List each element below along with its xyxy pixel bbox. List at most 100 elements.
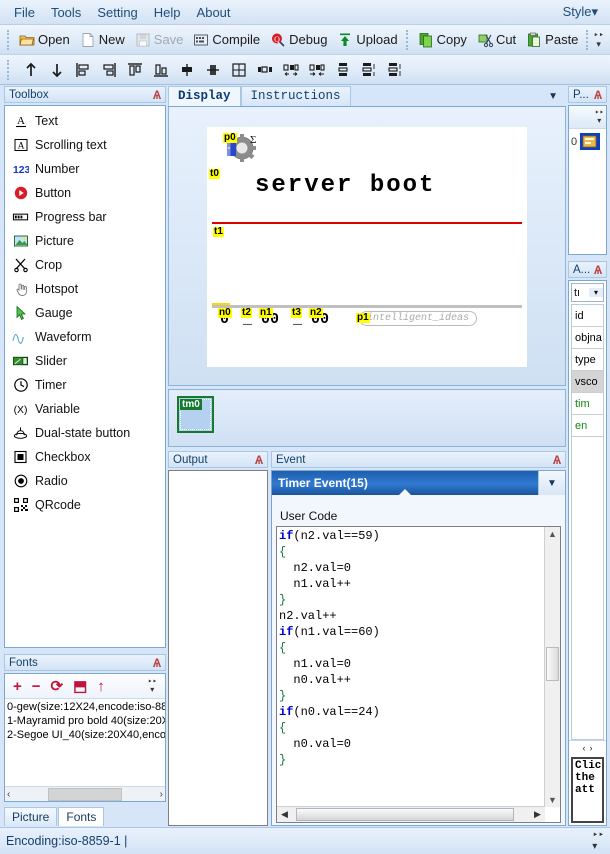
toolbox-item-waveform[interactable]: Waveform <box>5 325 165 349</box>
open-button[interactable]: Open <box>14 30 75 50</box>
attribute-rows[interactable]: id objna type vsco tim en <box>571 304 604 740</box>
align-left-icon[interactable] <box>70 58 96 82</box>
scroll-track[interactable] <box>546 541 559 793</box>
scroll-left-icon[interactable]: ‹ <box>7 789 10 800</box>
save-button[interactable]: Save <box>130 30 189 50</box>
paste-button[interactable]: Paste <box>521 30 583 50</box>
tab-instructions[interactable]: Instructions <box>240 86 351 106</box>
menu-item-tools[interactable]: Tools <box>43 3 89 22</box>
toolbox-item-slider[interactable]: Slider <box>5 349 165 373</box>
attribute-row-objname[interactable]: objna <box>572 327 603 349</box>
attribute-object-select[interactable]: tı ▾ <box>571 283 604 302</box>
debug-button[interactable]: Q Debug <box>265 30 332 50</box>
new-button[interactable]: New <box>75 30 130 50</box>
toolbox-item-crop[interactable]: Crop <box>5 253 165 277</box>
same-height-icon[interactable] <box>330 58 356 82</box>
toolbar-grip-2[interactable] <box>405 29 410 50</box>
align-center-horizontal-icon[interactable] <box>174 58 200 82</box>
toolbox-item-picture[interactable]: Picture <box>5 229 165 253</box>
event-dropdown-button[interactable]: ▼ <box>538 471 565 495</box>
device-screen-preview[interactable]: Σ p0 t0 server boot t1 0 n0 _ t2 00 n1 _… <box>207 127 527 367</box>
p1-picture-element[interactable]: intelligent_ideas <box>359 311 478 326</box>
t0-text-element[interactable]: server boot <box>255 172 435 199</box>
remove-font-button[interactable]: − <box>32 679 41 694</box>
toolbar-grip[interactable] <box>7 29 11 50</box>
scrollbar-thumb[interactable] <box>48 787 122 801</box>
spread-horizontal-icon[interactable] <box>278 58 304 82</box>
toolbar-overflow-button[interactable]: ‣‣ ▾ <box>593 30 610 49</box>
pin-icon[interactable]: Ѧ <box>255 453 263 467</box>
element-tag-n2[interactable]: n2 <box>309 308 323 318</box>
element-tag-p1[interactable]: p1 <box>356 313 370 323</box>
fonts-horizontal-scrollbar[interactable]: ‹ › <box>5 786 165 801</box>
toolbox-item-hotspot[interactable]: Hotspot <box>5 277 165 301</box>
user-code-editor[interactable]: if(n2.val==59) { n2.val=0 n1.val++} n2.val… <box>276 526 561 823</box>
attribute-row-en[interactable]: en <box>572 415 603 437</box>
shrink-vertical-icon[interactable] <box>382 58 408 82</box>
toolbox-item-number[interactable]: 123 Number <box>5 157 165 181</box>
pin-icon[interactable]: Ѧ <box>553 453 561 467</box>
non-visual-elements-strip[interactable]: tm0 <box>168 389 566 447</box>
refresh-fonts-button[interactable]: ⟳ <box>51 679 64 694</box>
pin-icon[interactable]: Ѧ <box>594 263 602 277</box>
fonts-list-item[interactable]: 1-Mayramid pro bold 40(size:20X4 <box>7 714 165 728</box>
menu-item-help[interactable]: Help <box>146 3 189 22</box>
align-move-up-icon[interactable] <box>18 58 44 82</box>
toolbox-item-progress-bar[interactable]: Progress bar <box>5 205 165 229</box>
code-vertical-scrollbar[interactable]: ▲ ▼ <box>544 527 560 807</box>
picture-toolbar-overflow-button[interactable]: ‣‣ ▾ <box>595 109 604 125</box>
same-width-icon[interactable] <box>252 58 278 82</box>
design-canvas-area[interactable]: Σ p0 t0 server boot t1 0 n0 _ t2 00 n1 _… <box>168 107 566 386</box>
compile-button[interactable]: Compile <box>188 30 265 50</box>
import-font-button[interactable]: ⬒ <box>73 679 87 694</box>
toolbox-item-dual-state-button[interactable]: Dual-state button <box>5 421 165 445</box>
picture-thumbnail[interactable] <box>580 133 601 150</box>
tm0-timer-element[interactable]: tm0 <box>177 396 214 433</box>
fonts-list-item[interactable]: 2-Segoe UI_40(size:20X40,enco <box>7 728 165 742</box>
menu-item-about[interactable]: About <box>189 3 239 22</box>
shrink-horizontal-icon[interactable] <box>304 58 330 82</box>
element-tag-t1[interactable]: t1 <box>213 227 224 237</box>
pin-icon[interactable]: Ѧ <box>153 656 161 670</box>
upload-button[interactable]: Upload <box>332 30 402 50</box>
toolbox-item-variable[interactable]: (X) Variable <box>5 397 165 421</box>
align-right-icon[interactable] <box>96 58 122 82</box>
fit-to-frame-icon[interactable] <box>226 58 252 82</box>
copy-button[interactable]: Copy <box>413 30 472 50</box>
status-bar-overflow-button[interactable]: ‣‣ ▾ <box>592 830 610 852</box>
picture-list-item[interactable]: 0 <box>569 129 606 154</box>
tab-picture[interactable]: Picture <box>4 807 58 826</box>
attribute-row-tim[interactable]: tim <box>572 393 603 415</box>
fonts-toolbar-overflow-button[interactable]: ‣‣ ▾ <box>148 678 157 694</box>
scrollbar-thumb[interactable] <box>546 646 559 681</box>
spread-vertical-icon[interactable] <box>356 58 382 82</box>
cut-button[interactable]: Cut <box>472 30 521 50</box>
element-tag-t2[interactable]: t2 <box>241 308 252 318</box>
element-tag-n0[interactable]: n0 <box>218 308 232 318</box>
menu-item-file[interactable]: File <box>6 3 43 22</box>
toolbox-item-scrolling-text[interactable]: A Scrolling text <box>5 133 165 157</box>
style-menu[interactable]: Style▾ <box>557 2 604 22</box>
scrollbar-thumb[interactable] <box>296 808 514 821</box>
scroll-left-icon[interactable]: ‹ <box>583 743 586 753</box>
fonts-list[interactable]: 0-gew(size:12X24,encode:iso-88 1-Mayrami… <box>5 699 165 786</box>
attribute-row-id[interactable]: id <box>572 305 603 327</box>
toolbar-grip-3[interactable] <box>586 29 590 50</box>
element-tag-n1[interactable]: n1 <box>259 308 273 318</box>
tab-fonts[interactable]: Fonts <box>58 807 105 826</box>
toolbox-item-gauge[interactable]: Gauge <box>5 301 165 325</box>
align-bottom-icon[interactable] <box>148 58 174 82</box>
tab-display[interactable]: Display <box>168 86 241 106</box>
scroll-down-icon[interactable]: ▼ <box>548 793 557 807</box>
element-tag-t3[interactable]: t3 <box>291 308 302 318</box>
toolbox-item-timer[interactable]: Timer <box>5 373 165 397</box>
alignment-toolbar-grip[interactable] <box>7 59 15 80</box>
toolbox-item-text[interactable]: A Text <box>5 109 165 133</box>
attribute-row-vscope[interactable]: vsco <box>572 371 603 393</box>
element-tag-p0[interactable]: p0 <box>223 133 237 143</box>
scroll-right-icon[interactable]: ▶ <box>530 809 545 820</box>
element-tag-t0[interactable]: t0 <box>209 169 220 179</box>
move-font-up-button[interactable]: ↑ <box>97 679 105 694</box>
fonts-list-item[interactable]: 0-gew(size:12X24,encode:iso-88 <box>7 700 165 714</box>
scroll-up-icon[interactable]: ▲ <box>548 527 557 541</box>
